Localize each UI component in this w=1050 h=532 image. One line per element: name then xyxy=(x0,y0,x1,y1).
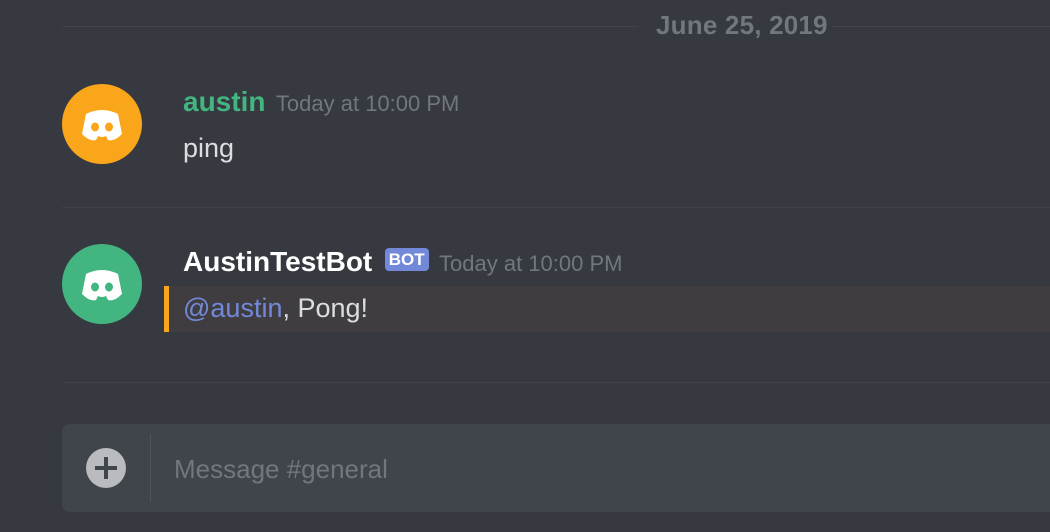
username[interactable]: AustinTestBot xyxy=(183,246,372,277)
timestamp: Today at 10:00 PM xyxy=(275,91,460,116)
user-mention[interactable]: @austin xyxy=(183,293,282,323)
message-separator xyxy=(62,207,1050,208)
avatar[interactable] xyxy=(62,84,142,164)
date-divider: June 25, 2019 xyxy=(62,10,1050,40)
avatar[interactable] xyxy=(62,244,142,324)
composer-divider xyxy=(150,434,151,502)
message-composer xyxy=(62,424,1050,512)
message-text: , Pong! xyxy=(282,293,369,323)
message-content: ping xyxy=(183,133,235,163)
username[interactable]: austin xyxy=(183,86,265,117)
discord-logo-icon xyxy=(82,270,122,301)
plus-circle-icon[interactable] xyxy=(86,448,126,488)
message-header: austin Today at 10:00 PM xyxy=(183,86,459,118)
timestamp: Today at 10:00 PM xyxy=(439,251,623,276)
divider-line xyxy=(62,26,638,27)
message-header: AustinTestBot BOT Today at 10:00 PM xyxy=(183,246,623,278)
message-input[interactable] xyxy=(172,444,1036,494)
bot-tag: BOT xyxy=(384,248,429,271)
divider-line xyxy=(832,26,1050,27)
message-separator xyxy=(62,382,1050,383)
discord-logo-icon xyxy=(82,110,122,141)
chat-view: June 25, 2019 austin Today at 10:00 PM p… xyxy=(0,0,1050,532)
date-divider-label: June 25, 2019 xyxy=(656,10,828,40)
message-content: @austin, Pong! xyxy=(183,293,368,324)
